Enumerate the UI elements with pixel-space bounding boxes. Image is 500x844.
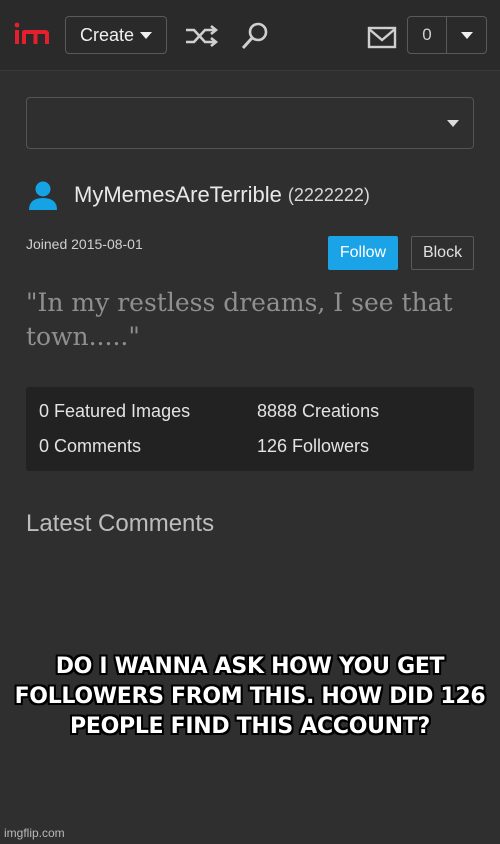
mail-icon[interactable] [365, 20, 401, 56]
watermark: imgflip.com [4, 826, 65, 840]
notification-count[interactable]: 0 [408, 17, 447, 53]
create-label: Create [79, 24, 135, 45]
notification-counter[interactable]: 0 [407, 16, 487, 54]
user-icon [29, 181, 57, 210]
chevron-down-icon [140, 31, 153, 39]
chevron-down-icon [460, 31, 473, 39]
joined-date: Joined 2015-08-01 [26, 236, 143, 252]
profile-section-select[interactable] [26, 97, 474, 149]
chevron-down-icon [447, 120, 459, 127]
search-icon[interactable] [238, 18, 274, 54]
followers-stat[interactable]: 126 Followers [257, 436, 369, 457]
imgflip-logo[interactable] [12, 22, 52, 50]
follow-button[interactable]: Follow [328, 236, 398, 270]
comments-stat[interactable]: 0 Comments [39, 436, 141, 457]
stats-panel: 0 Featured Images 8888 Creations 0 Comme… [26, 387, 474, 471]
featured-images-stat[interactable]: 0 Featured Images [39, 401, 190, 422]
latest-comments-heading: Latest Comments [26, 510, 215, 537]
profile-quote: "In my restless dreams, I see that town.… [26, 288, 453, 351]
notification-dropdown-button[interactable] [447, 17, 486, 53]
block-button[interactable]: Block [411, 236, 474, 270]
meme-caption: DO I WANNA ASK HOW YOU GET FOLLOWERS FRO… [14, 654, 486, 739]
creations-stat[interactable]: 8888 Creations [257, 401, 379, 422]
create-button[interactable]: Create [65, 16, 167, 54]
username[interactable]: MyMemesAreTerrible [74, 182, 282, 208]
user-id: (2222222) [287, 184, 370, 205]
top-navbar: Create 0 [0, 0, 500, 71]
shuffle-icon[interactable] [183, 18, 219, 54]
user-header: MyMemesAreTerrible (2222222) [26, 178, 486, 212]
